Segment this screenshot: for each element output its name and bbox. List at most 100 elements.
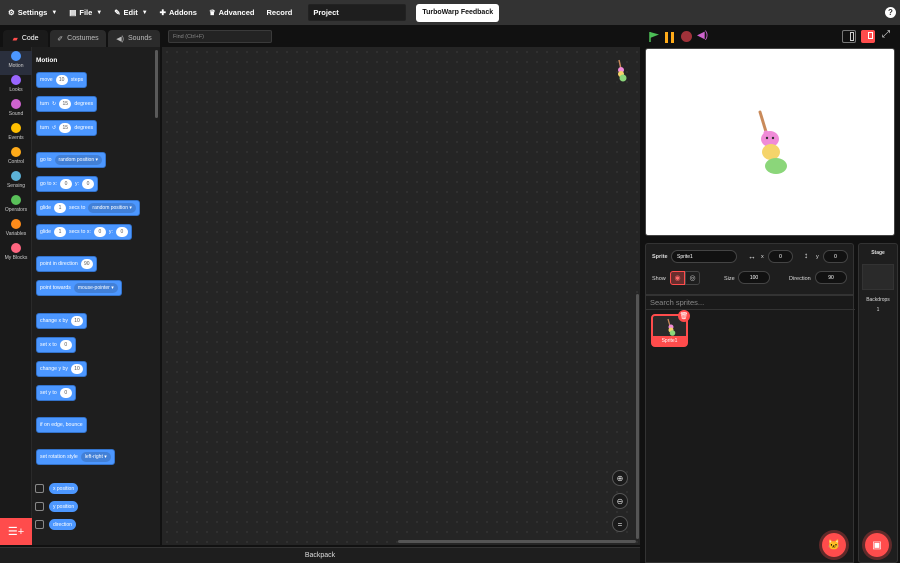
block-turn-right[interactable]: turn ↻ 15 degrees — [36, 96, 98, 112]
block-change-y[interactable]: change y by 10 — [36, 361, 87, 377]
add-extension-button[interactable]: ☰+ — [0, 518, 32, 545]
events-dot-icon — [11, 123, 21, 133]
search-sprites-input[interactable]: Search sprites... — [646, 296, 855, 310]
direction-input[interactable]: 90 — [815, 271, 847, 284]
sprite-thumbnail-icon — [618, 59, 627, 82]
block-glide-to[interactable]: glide 1 secs to random position ▾ — [36, 200, 140, 216]
audio-icon[interactable]: ◀) — [697, 30, 708, 41]
category-sensing[interactable]: Sensing — [0, 171, 32, 195]
x-position-input[interactable]: 0 — [768, 250, 793, 263]
zoom-out-icon: ⊖ — [616, 496, 624, 506]
reporter-direction[interactable]: direction — [49, 519, 76, 530]
sprite-list: Search sprites... Sprite1 🗑 — [645, 295, 855, 563]
block-point-direction[interactable]: point in direction 90 — [36, 256, 97, 272]
block-change-x[interactable]: change x by 10 — [36, 313, 87, 329]
tab-sounds[interactable]: ◀) Sounds — [108, 30, 160, 47]
block-move[interactable]: move 10 steps — [36, 72, 88, 88]
sensing-dot-icon — [11, 171, 21, 181]
category-events[interactable]: Events — [0, 123, 32, 147]
puzzle-icon: ✚ — [159, 8, 166, 17]
sprite-label: Sprite — [652, 254, 668, 260]
checkbox-x-position[interactable] — [35, 484, 44, 493]
fullscreen-icon[interactable]: ⤢ — [882, 29, 890, 40]
extension-icon: ☰+ — [7, 526, 25, 538]
delete-sprite-button[interactable]: 🗑 — [678, 310, 690, 322]
block-set-y[interactable]: set y to 0 — [36, 385, 76, 401]
stage-thumbnail — [862, 264, 894, 290]
tab-code[interactable]: ▰ Code — [3, 30, 48, 47]
category-my-blocks[interactable]: My Blocks — [0, 243, 32, 267]
show-hidden-button[interactable]: ◎ — [685, 271, 700, 285]
code-workspace[interactable] — [162, 47, 640, 545]
block-edge-bounce[interactable]: if on edge, bounce — [36, 417, 87, 433]
category-variables[interactable]: Variables — [0, 219, 32, 243]
checkbox-direction[interactable] — [35, 520, 44, 529]
addons-menu[interactable]: ✚ Addons — [154, 0, 203, 25]
sprite-on-stage[interactable] — [750, 109, 790, 175]
stage-selector[interactable]: Stage Backdrops 1 — [858, 243, 898, 563]
category-operators[interactable]: Operators — [0, 195, 32, 219]
brush-icon: ✐ — [57, 35, 64, 43]
small-stage-icon — [850, 32, 854, 41]
sound-dot-icon — [11, 99, 21, 109]
rotate-right-icon: ↻ — [51, 101, 57, 107]
category-control[interactable]: Control — [0, 147, 32, 171]
zoom-reset-button[interactable]: = — [612, 516, 628, 532]
add-sprite-button[interactable]: 🐱 — [822, 533, 846, 557]
sprite-name-input[interactable]: Sprite1 — [671, 250, 737, 263]
advanced-menu[interactable]: ♛ Advanced — [203, 0, 261, 25]
find-input[interactable]: Find (Ctrl+F) — [168, 30, 272, 43]
edit-menu[interactable]: ✎ Edit ▼ — [108, 0, 153, 25]
speaker-icon: ◀) — [116, 35, 124, 43]
category-motion[interactable]: Motion — [0, 51, 32, 75]
reporter-x-position[interactable]: x position — [49, 483, 79, 494]
block-rotation-style[interactable]: set rotation style left-right ▾ — [36, 449, 115, 465]
image-add-icon: ▣ — [872, 539, 882, 551]
menu-bar: ⚙ Settings ▼ ▤ File ▼ ✎ Edit ▼ ✚ Addons ♛ A… — [0, 0, 900, 25]
trash-icon: 🗑 — [679, 313, 689, 320]
block-glide-xy[interactable]: glide 1 secs to x: 0 y: 0 — [36, 224, 132, 240]
show-visible-button[interactable]: ◉ — [670, 271, 685, 285]
motion-dot-icon — [11, 51, 21, 61]
tab-costumes[interactable]: ✐ Costumes — [50, 30, 106, 47]
y-position-input[interactable]: 0 — [823, 250, 848, 263]
palette-scrollbar[interactable] — [155, 50, 158, 118]
block-goto-xy[interactable]: go to x: 0 y: 0 — [36, 176, 99, 192]
backpack-bar[interactable]: Backpack — [0, 547, 640, 563]
operators-dot-icon — [11, 195, 21, 205]
add-backdrop-button[interactable]: ▣ — [865, 533, 889, 557]
looks-dot-icon — [11, 75, 21, 85]
help-icon[interactable]: ? — [885, 7, 896, 18]
sprite-tile-label: Sprite1 — [653, 336, 686, 345]
stage-canvas[interactable] — [645, 48, 895, 236]
feedback-button[interactable]: TurboWarp Feedback — [416, 3, 500, 22]
code-icon: ▰ — [12, 35, 18, 43]
caret-down-icon: ▼ — [141, 9, 148, 16]
block-turn-left[interactable]: turn ↺ 15 degrees — [36, 120, 98, 136]
size-input[interactable]: 100 — [738, 271, 770, 284]
checkbox-y-position[interactable] — [35, 502, 44, 511]
block-point-towards[interactable]: point towards mouse-pointer ▾ — [36, 280, 122, 296]
category-looks[interactable]: Looks — [0, 75, 32, 99]
reporter-y-position[interactable]: y position — [49, 501, 79, 512]
zoom-reset-icon: = — [617, 519, 623, 529]
category-sound[interactable]: Sound — [0, 99, 32, 123]
stop-icon[interactable] — [681, 31, 692, 42]
file-menu[interactable]: ▤ File ▼ — [63, 0, 108, 25]
project-title-input[interactable]: Project — [308, 4, 407, 21]
large-stage-button[interactable] — [861, 30, 875, 43]
stage-controls: ◀) ⤢ — [645, 29, 900, 47]
zoom-in-button[interactable]: ⊕ — [612, 470, 628, 486]
small-stage-button[interactable] — [842, 30, 856, 43]
record-menu[interactable]: Record — [260, 0, 298, 25]
workspace-horizontal-scrollbar[interactable] — [398, 540, 636, 543]
zoom-out-button[interactable]: ⊖ — [612, 493, 628, 509]
settings-menu[interactable]: ⚙ Settings ▼ — [2, 0, 63, 25]
block-goto[interactable]: go to random position ▾ — [36, 152, 107, 168]
workspace-vertical-scrollbar[interactable] — [636, 294, 639, 539]
block-set-x[interactable]: set x to 0 — [36, 337, 76, 353]
pause-icon[interactable] — [665, 32, 675, 43]
green-flag-icon[interactable] — [648, 31, 660, 43]
cat-add-icon: 🐱 — [827, 539, 841, 551]
gear-icon: ⚙ — [8, 8, 15, 17]
